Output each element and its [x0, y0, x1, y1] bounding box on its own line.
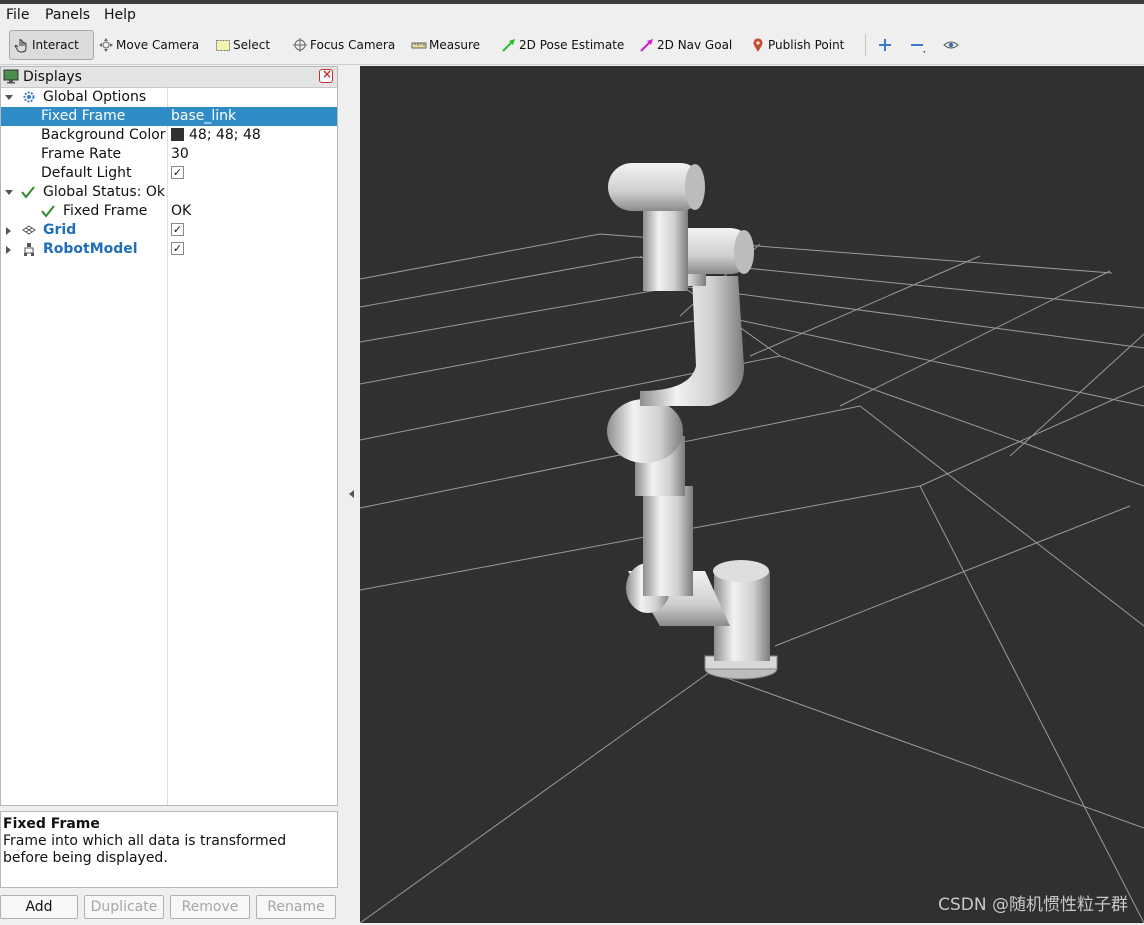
focus-camera-label: Focus Camera: [310, 38, 396, 52]
3d-render-viewport[interactable]: CSDN @随机惯性粒子群: [360, 66, 1144, 923]
select-box-icon: [215, 37, 231, 53]
displays-panel: Displays Global Options Fixed Frame base…: [0, 66, 338, 806]
status-fixed-frame-label: Fixed Frame: [63, 203, 148, 219]
frame-rate-value[interactable]: 30: [171, 146, 189, 162]
expand-arrow-icon[interactable]: [5, 95, 13, 100]
watermark-text: CSDN @随机惯性粒子群: [938, 895, 1128, 915]
background-color-label: Background Color: [41, 127, 166, 143]
publish-point-label: Publish Point: [768, 38, 845, 52]
move-camera-label: Move Camera: [116, 38, 200, 52]
frame-rate-label: Frame Rate: [41, 146, 122, 162]
crosshair-icon: [292, 37, 308, 53]
grid-label: Grid: [43, 222, 77, 238]
default-light-checkbox[interactable]: ✓: [171, 166, 184, 179]
grid-checkbox[interactable]: ✓: [171, 223, 184, 236]
tree-row-global-options[interactable]: Global Options: [1, 88, 337, 107]
tree-row-frame-rate[interactable]: Frame Rate 30: [1, 145, 337, 164]
tree-row-background-color[interactable]: Background Color 48; 48; 48: [1, 126, 337, 145]
gear-icon: [22, 90, 36, 104]
nav-goal-label: 2D Nav Goal: [657, 38, 733, 52]
robot-model-label: RobotModel: [43, 241, 138, 257]
pose-estimate-tool-button[interactable]: 2D Pose Estimate: [501, 30, 624, 60]
global-status-label: Global Status: Ok: [43, 184, 166, 200]
tree-row-grid[interactable]: Grid ✓: [1, 221, 337, 240]
checkmark-icon: [41, 204, 55, 218]
robot-icon: [22, 242, 36, 256]
global-options-label: Global Options: [43, 89, 147, 105]
status-fixed-frame-value: OK: [171, 203, 192, 219]
tree-row-robot-model[interactable]: RobotModel ✓: [1, 240, 337, 259]
close-panel-button[interactable]: [319, 67, 333, 83]
fixed-frame-label: Fixed Frame: [41, 108, 126, 124]
displays-title: Displays: [23, 69, 82, 85]
expand-arrow-icon[interactable]: [5, 190, 13, 195]
menu-help[interactable]: Help: [104, 7, 136, 23]
description-title: Fixed Frame: [3, 816, 100, 832]
checkmark-icon: [21, 185, 35, 199]
pose-estimate-label: 2D Pose Estimate: [519, 38, 625, 52]
focus-camera-tool-button[interactable]: Focus Camera: [292, 30, 395, 60]
duplicate-button[interactable]: Duplicate: [84, 895, 164, 919]
background-color-value-wrap[interactable]: 48; 48; 48: [171, 127, 261, 143]
menu-file[interactable]: File: [6, 7, 29, 23]
interact-label: Interact: [32, 38, 79, 52]
measure-tool-button[interactable]: Measure: [411, 30, 480, 60]
remove-button[interactable]: Remove: [170, 895, 250, 919]
publish-point-tool-button[interactable]: Publish Point: [750, 30, 844, 60]
tree-row-fixed-frame[interactable]: Fixed Frame base_link: [1, 107, 337, 126]
collapse-arrow-icon[interactable]: [6, 246, 11, 254]
view-tool-button[interactable]: [943, 30, 961, 60]
plus-icon: [877, 37, 893, 53]
rename-button[interactable]: Rename: [256, 895, 336, 919]
description-text: Frame into which all data is transformed…: [3, 833, 287, 866]
minus-icon: [909, 37, 926, 53]
color-swatch[interactable]: [171, 128, 184, 141]
tree-row-global-status[interactable]: Global Status: Ok: [1, 183, 337, 202]
nav-goal-tool-button[interactable]: 2D Nav Goal: [639, 30, 732, 60]
displays-panel-header: Displays: [1, 67, 337, 88]
map-pin-icon: [750, 37, 766, 53]
interact-tool-button[interactable]: Interact: [9, 30, 94, 60]
robot-model-checkbox[interactable]: ✓: [171, 242, 184, 255]
grid-icon: [22, 223, 36, 237]
add-tool-button[interactable]: [877, 30, 895, 60]
fixed-frame-value[interactable]: base_link: [171, 108, 236, 124]
monitor-icon: [3, 69, 19, 84]
property-description-box: Fixed Frame Frame into which all data is…: [0, 811, 338, 888]
eye-icon: [943, 37, 959, 53]
menu-bar: File Panels Help: [0, 4, 1144, 26]
menu-panels[interactable]: Panels: [45, 7, 90, 23]
toolbar-separator: [865, 34, 866, 56]
collapse-arrow-icon[interactable]: [6, 227, 11, 235]
select-label: Select: [233, 38, 271, 52]
collapse-panel-arrow-icon[interactable]: [349, 490, 354, 498]
robot-arm-model: [607, 163, 778, 680]
tree-row-status-fixed-frame[interactable]: Fixed Frame OK: [1, 202, 337, 221]
default-light-label: Default Light: [41, 165, 132, 181]
select-tool-button[interactable]: Select: [215, 30, 270, 60]
measure-label: Measure: [429, 38, 480, 52]
tree-row-default-light[interactable]: Default Light ✓: [1, 164, 337, 183]
hand-pointer-icon: [14, 37, 30, 53]
green-arrow-icon: [501, 37, 517, 53]
ruler-icon: [411, 37, 427, 53]
background-color-value: 48; 48; 48: [189, 127, 261, 143]
scene-svg: [360, 163, 1144, 923]
move-camera-tool-button[interactable]: Move Camera: [98, 30, 199, 60]
toolbar: Interact Move Camera Select Focus Camera…: [0, 26, 1144, 65]
remove-tool-button[interactable]: [909, 30, 927, 60]
magenta-arrow-icon: [639, 37, 655, 53]
move-arrows-icon: [98, 37, 114, 53]
add-button[interactable]: Add: [0, 895, 78, 919]
